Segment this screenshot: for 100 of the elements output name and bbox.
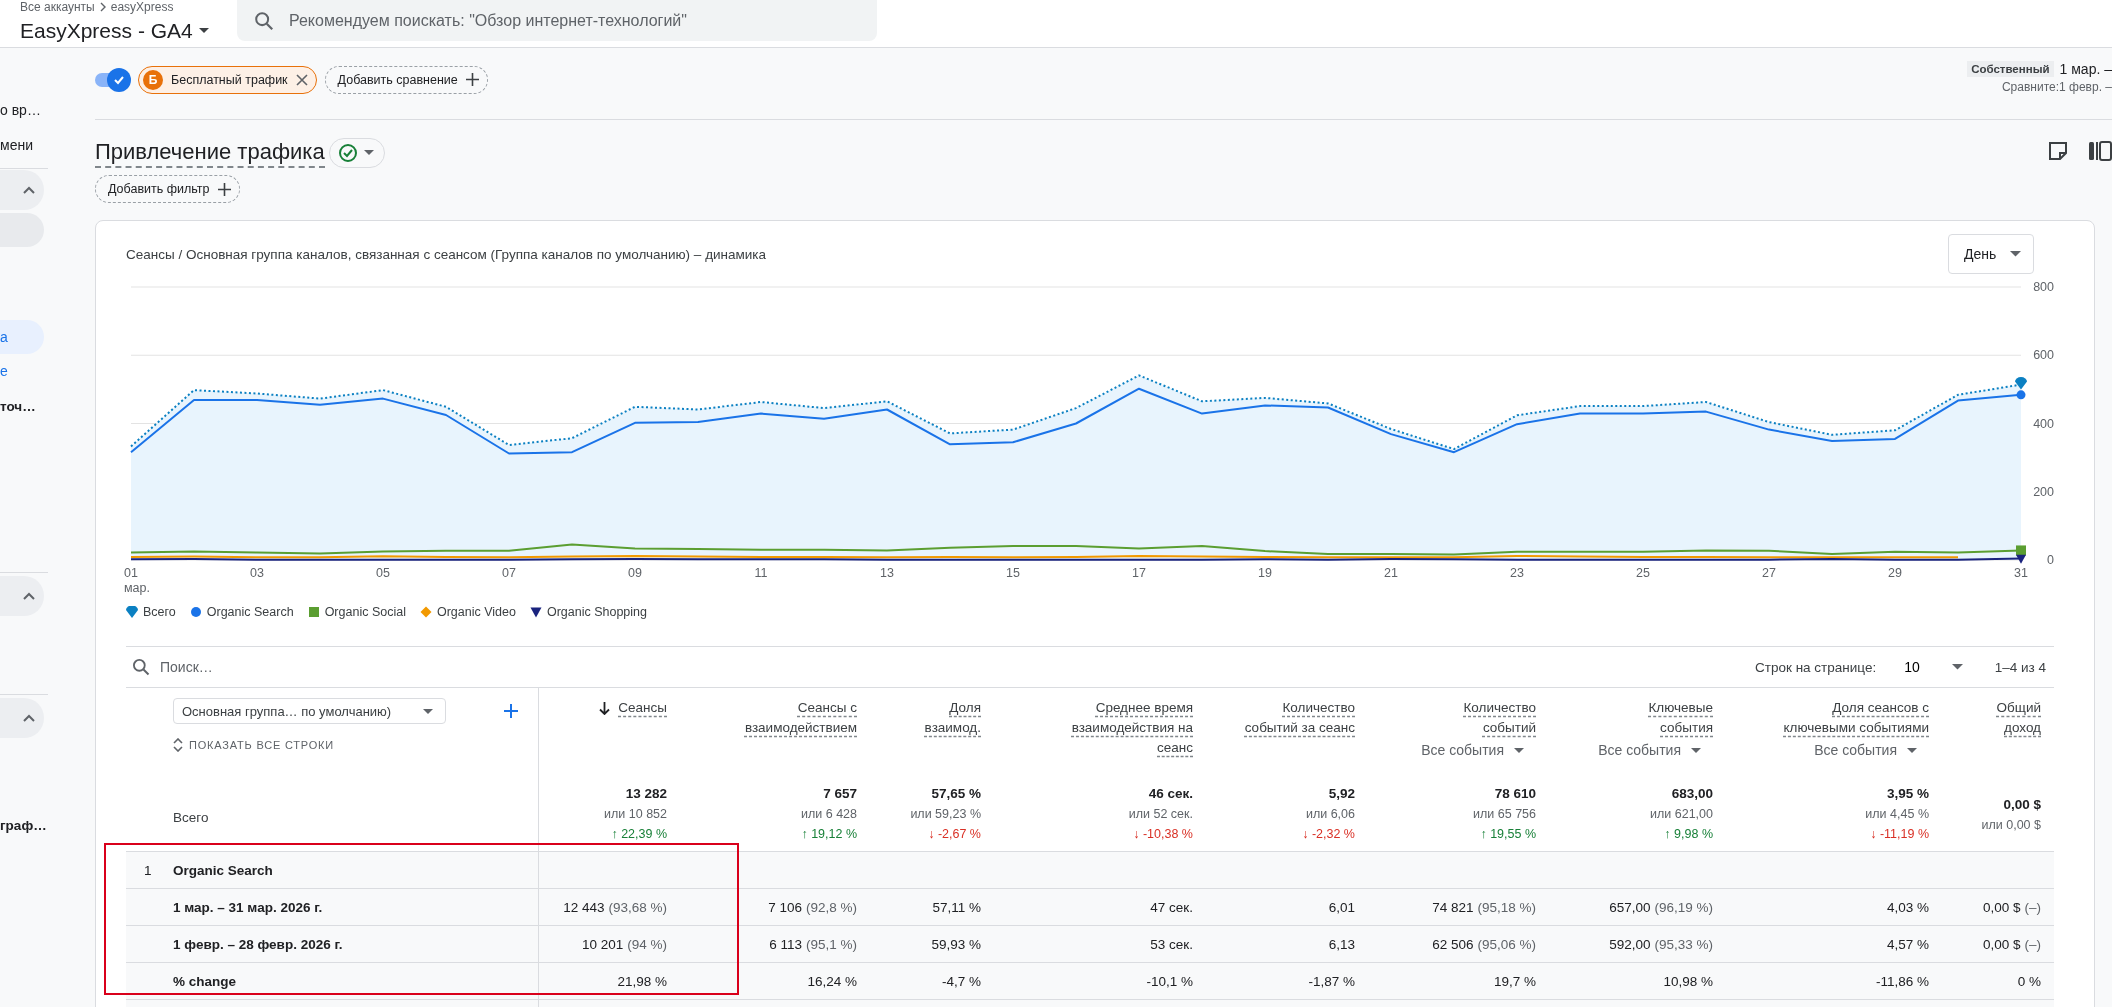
cell-value: 6 113 bbox=[769, 936, 802, 952]
compare-value: или 65 756 bbox=[1473, 806, 1536, 823]
x-axis-label: 13 bbox=[880, 566, 894, 580]
cell-value: 21,98 % bbox=[617, 973, 667, 989]
change-value: ↑ 22,39 % bbox=[611, 826, 667, 843]
granularity-dropdown[interactable]: День bbox=[1948, 234, 2034, 274]
x-axis-label: 17 bbox=[1132, 566, 1146, 580]
cell-value: 6,13 bbox=[1328, 936, 1355, 952]
row-label: 1 мар. – 31 мар. 2026 г. bbox=[173, 899, 323, 915]
change-value: ↑ 9,98 % bbox=[1664, 826, 1713, 843]
nav-item[interactable]: е bbox=[0, 354, 10, 388]
x-axis-label: 01 bbox=[124, 566, 138, 580]
row-number: 1 bbox=[143, 862, 153, 878]
cell-value: 57,11 % bbox=[932, 899, 981, 915]
totals-label: Всего bbox=[173, 810, 209, 825]
nav-item[interactable]: граф… bbox=[0, 809, 48, 843]
compare-value: или 10 852 bbox=[604, 806, 667, 823]
column-header[interactable]: Сеансы с взаимодействием bbox=[732, 698, 857, 738]
cell-share: (95,33 %) bbox=[1654, 936, 1713, 952]
total-value: 7 657 bbox=[823, 785, 857, 803]
event-filter-dropdown[interactable]: Все события bbox=[1598, 742, 1713, 758]
chart-title: Сеансы / Основная группа каналов, связанная с сеансом (Группа каналов по умолчанию) – динамика bbox=[126, 246, 767, 262]
column-header[interactable]: Среднее время взаимодействия на сеанс bbox=[1048, 698, 1193, 758]
legend-label: Всего bbox=[143, 605, 176, 619]
dimension-dropdown[interactable]: Основная группа… по умолчанию) bbox=[173, 698, 446, 724]
chip-badge: Б bbox=[143, 69, 163, 90]
breadcrumb-link[interactable]: easyXpress bbox=[110, 0, 174, 13]
x-axis-label: 31 bbox=[2014, 566, 2028, 580]
event-filter-dropdown[interactable]: Все события bbox=[1814, 742, 1929, 758]
legend-label: Organic Video bbox=[436, 605, 516, 619]
cell-value: 10,98 % bbox=[1663, 973, 1713, 989]
rows-per-page-dropdown[interactable]: 10 bbox=[1900, 659, 1967, 675]
cell-value: 592,00 bbox=[1609, 936, 1651, 952]
cell-value: 4,03 % bbox=[1886, 899, 1929, 915]
column-header[interactable]: Доля взаимод. bbox=[909, 698, 981, 738]
show-all-rows-button[interactable]: ПОКАЗАТЬ ВСЕ СТРОКИ bbox=[173, 738, 334, 752]
cell-value: 4,57 % bbox=[1886, 936, 1929, 952]
y-axis-label: 800 bbox=[2033, 280, 2054, 294]
cell-value: 53 сек. bbox=[1150, 936, 1193, 952]
x-axis-label: 09 bbox=[628, 566, 642, 580]
cell-share: (95,06 %) bbox=[1477, 936, 1536, 952]
pagination-range: 1–4 из 4 bbox=[1994, 659, 2046, 675]
column-header[interactable]: Ключевые события bbox=[1628, 698, 1713, 738]
cell-share: (92,8 %) bbox=[805, 899, 857, 915]
rows-per-page-label: Строк на странице: bbox=[1755, 659, 1877, 675]
nav-item[interactable]: о вр… bbox=[0, 93, 48, 127]
total-value: 3,95 % bbox=[1886, 785, 1929, 803]
month-label: мар. bbox=[124, 581, 150, 595]
total-value: 13 282 bbox=[625, 785, 667, 803]
x-axis-label: 21 bbox=[1384, 566, 1398, 580]
cell-value: -1,87 % bbox=[1308, 973, 1355, 989]
x-axis-label: 07 bbox=[502, 566, 516, 580]
cell-value: 62 506 bbox=[1432, 936, 1474, 952]
cell-value: 0,00 $ bbox=[1982, 936, 2021, 952]
compare-value: или 4,45 % bbox=[1865, 806, 1929, 823]
total-value: 0,00 $ bbox=[2003, 795, 2041, 814]
date-range[interactable]: 1 мар. – bbox=[2059, 61, 2112, 77]
change-value: ↑ 19,55 % bbox=[1480, 826, 1536, 843]
x-axis-label: 23 bbox=[1510, 566, 1524, 580]
breadcrumb-link[interactable]: Все аккаунты bbox=[20, 0, 95, 13]
report-title: Привлечение трафика bbox=[95, 138, 325, 168]
cell-share: (–) bbox=[2024, 936, 2041, 952]
cell-share: (95,1 %) bbox=[805, 936, 857, 952]
column-header[interactable]: Общий доход bbox=[1989, 698, 2041, 738]
cell-value: 74 821 bbox=[1432, 899, 1474, 915]
change-value: ↑ 19,12 % bbox=[801, 826, 857, 843]
legend-label: Organic Search bbox=[206, 605, 294, 619]
legend-label: Organic Shopping bbox=[546, 605, 647, 619]
cell-value: 59,93 % bbox=[931, 936, 981, 952]
cell-value: 0 % bbox=[2017, 973, 2041, 989]
search-field[interactable]: Рекомендуем поискать: "Обзор интернет-технологий" bbox=[237, 0, 877, 41]
column-header[interactable]: Количество событий bbox=[1451, 698, 1536, 738]
x-axis-label: 11 bbox=[754, 566, 768, 580]
comparison-chip[interactable]: Б Бесплатный трафик bbox=[138, 65, 317, 94]
event-filter-dropdown[interactable]: Все события bbox=[1421, 742, 1536, 758]
total-value: 683,00 bbox=[1671, 785, 1713, 803]
property-selector[interactable]: EasyXpress - GA4 bbox=[20, 18, 209, 44]
compare-value: или 59,23 % bbox=[910, 806, 981, 823]
column-header[interactable]: Доля сеансов с ключевыми событиями bbox=[1759, 698, 1929, 738]
cell-share: (94 %) bbox=[627, 936, 667, 952]
cell-value: 12 443 bbox=[563, 899, 605, 915]
total-value: 46 сек. bbox=[1148, 785, 1193, 803]
legend-label: Organic Social bbox=[324, 605, 406, 619]
change-value: ↓ -2,67 % bbox=[928, 826, 981, 843]
y-axis-label: 400 bbox=[2033, 416, 2054, 431]
x-axis-label: 25 bbox=[1636, 566, 1650, 580]
nav-item[interactable]: а bbox=[0, 320, 44, 354]
change-value: ↓ -2,32 % bbox=[1302, 826, 1355, 843]
column-header[interactable]: Количество событий за сеанс bbox=[1235, 698, 1355, 738]
compare-value: или 621,00 bbox=[1650, 806, 1713, 823]
compare-value: или 52 сек. bbox=[1128, 806, 1193, 823]
nav-item[interactable]: точ… bbox=[0, 390, 48, 424]
nav-item[interactable]: мени bbox=[0, 128, 48, 162]
column-header[interactable]: Сеансы bbox=[599, 698, 667, 718]
total-value: 57,65 % bbox=[931, 785, 981, 803]
cell-share: (93,68 %) bbox=[608, 899, 667, 915]
compare-range: Сравните:1 февр. – bbox=[2001, 80, 2112, 94]
cell-value: 19,7 % bbox=[1493, 973, 1536, 989]
cell-value: 657,00 bbox=[1609, 899, 1651, 915]
cell-share: (95,18 %) bbox=[1477, 899, 1536, 915]
